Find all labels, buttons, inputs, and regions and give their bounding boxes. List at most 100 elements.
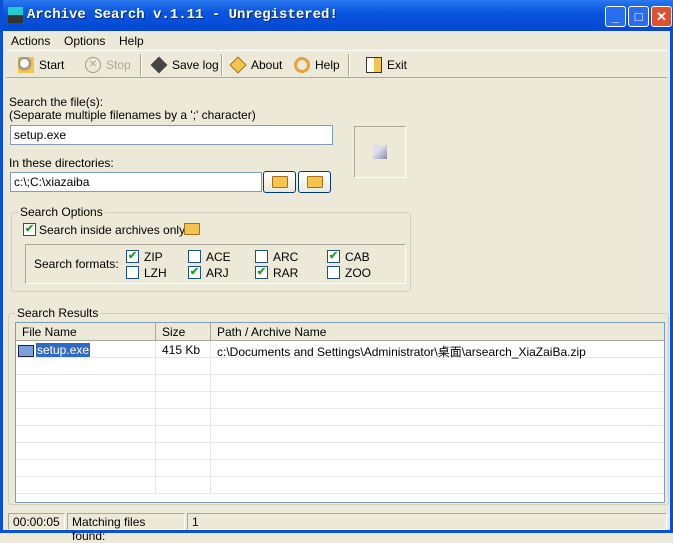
cell-path [211, 375, 664, 392]
cell-name [16, 426, 156, 443]
save-log-button[interactable]: Save log [150, 54, 219, 76]
file-icon [18, 344, 34, 357]
cell-path [211, 460, 664, 477]
formats-box: Search formats: ✔ ZIP ACE ARC ✔ CAB LZH ✔ ARJ ✔ RA… [25, 244, 406, 284]
format-label: LZH [144, 266, 167, 280]
cell-path [211, 392, 664, 409]
about-label: About [251, 58, 283, 72]
toolbar-separator [221, 54, 223, 76]
format-arj-checkbox[interactable]: ✔ [188, 266, 201, 279]
cell-path [211, 426, 664, 443]
formats-label: Search formats: [34, 257, 119, 271]
cell-path [211, 443, 664, 460]
cell-name [16, 392, 156, 409]
toolbar-separator [348, 54, 350, 76]
cell-size [156, 460, 211, 477]
search-options-group: Search Options ✔ Search inside archives … [11, 205, 411, 292]
status-bar: 00:00:05 Matching files found: 1 [6, 512, 667, 543]
close-button[interactable]: ✕ [651, 6, 672, 27]
exit-door-icon [366, 57, 382, 73]
add-directory-button[interactable] [263, 171, 296, 193]
format-label: ARJ [206, 266, 229, 280]
help-button[interactable]: Help [294, 54, 340, 76]
table-row[interactable] [16, 392, 664, 409]
format-lzh-checkbox[interactable] [126, 266, 139, 279]
cell-name [16, 477, 156, 494]
cell-name [16, 409, 156, 426]
cell-name [16, 358, 156, 375]
cell-path [211, 358, 664, 375]
menu-help[interactable]: Help [119, 34, 144, 48]
menu-bar: Actions Options Help [6, 31, 667, 49]
table-row[interactable] [16, 375, 664, 392]
table-row[interactable] [16, 426, 664, 443]
folder-open-icon [306, 176, 323, 188]
maximize-button[interactable]: □ [628, 6, 649, 27]
dirs-input[interactable] [10, 172, 262, 192]
cell-size [156, 426, 211, 443]
exit-button[interactable]: Exit [366, 54, 407, 76]
cell-size [156, 443, 211, 460]
start-button[interactable]: Start [18, 54, 64, 76]
table-row[interactable]: setup.exe 415 Kb c:\Documents and Settings… [16, 341, 664, 359]
format-label: ZIP [144, 250, 163, 264]
browse-directory-button[interactable] [298, 171, 331, 193]
files-label: Search the file(s): [9, 95, 104, 109]
format-arc-checkbox[interactable] [255, 250, 268, 263]
app-icon [8, 7, 23, 23]
format-label: ARC [273, 250, 299, 264]
folder-icon [184, 223, 200, 235]
format-label: CAB [345, 250, 370, 264]
search-animation-box [354, 126, 406, 178]
format-zip-checkbox[interactable]: ✔ [126, 250, 139, 263]
minimize-button[interactable]: _ [605, 6, 626, 27]
cell-size [156, 358, 211, 375]
save-log-label: Save log [172, 58, 219, 72]
cell-path [211, 477, 664, 494]
dirs-label: In these directories: [9, 156, 114, 170]
help-label: Help [315, 58, 340, 72]
exit-label: Exit [387, 58, 408, 72]
column-size[interactable]: Size [156, 323, 211, 341]
cell-name [16, 443, 156, 460]
cell-size [156, 375, 211, 392]
menu-options[interactable]: Options [64, 34, 105, 48]
cell-path: c:\Documents and Settings\Administrator\… [211, 341, 664, 359]
inside-archives-label: Search inside archives only [39, 223, 186, 237]
search-options-title: Search Options [18, 205, 105, 219]
cell-name: setup.exe [16, 341, 156, 358]
table-row[interactable] [16, 477, 664, 494]
results-table[interactable]: File Name Size Path / Archive Name setup… [15, 322, 665, 503]
search-results-title: Search Results [15, 306, 101, 320]
table-row[interactable] [16, 443, 664, 460]
search-start-icon [18, 57, 34, 73]
window-title: Archive Search v.1.11 - Unregistered! [27, 7, 338, 23]
menu-actions[interactable]: Actions [11, 34, 50, 48]
start-label: Start [39, 58, 65, 72]
stop-label: Stop [106, 58, 131, 72]
format-zoo-checkbox[interactable] [327, 266, 340, 279]
table-row[interactable] [16, 460, 664, 477]
cell-name [16, 375, 156, 392]
search-document-icon [373, 145, 387, 159]
cell-path [211, 409, 664, 426]
lifebuoy-icon [294, 57, 310, 73]
format-label: ZOO [345, 266, 371, 280]
table-row[interactable] [16, 358, 664, 375]
format-rar-checkbox[interactable]: ✔ [255, 266, 268, 279]
cell-size: 415 Kb [156, 341, 211, 358]
format-cab-checkbox[interactable]: ✔ [327, 250, 340, 263]
format-ace-checkbox[interactable] [188, 250, 201, 263]
book-icon [229, 56, 247, 74]
files-input[interactable] [10, 125, 333, 145]
about-button[interactable]: About [229, 54, 283, 76]
column-file-name[interactable]: File Name [16, 323, 156, 341]
stop-button[interactable]: ✕ Stop [85, 54, 131, 76]
status-time: 00:00:05 [8, 513, 65, 530]
cell-size [156, 477, 211, 494]
table-row[interactable] [16, 409, 664, 426]
column-path[interactable]: Path / Archive Name [211, 323, 664, 341]
toolbar-separator [140, 54, 142, 76]
cell-size [156, 392, 211, 409]
inside-archives-checkbox[interactable]: ✔ [23, 223, 36, 236]
